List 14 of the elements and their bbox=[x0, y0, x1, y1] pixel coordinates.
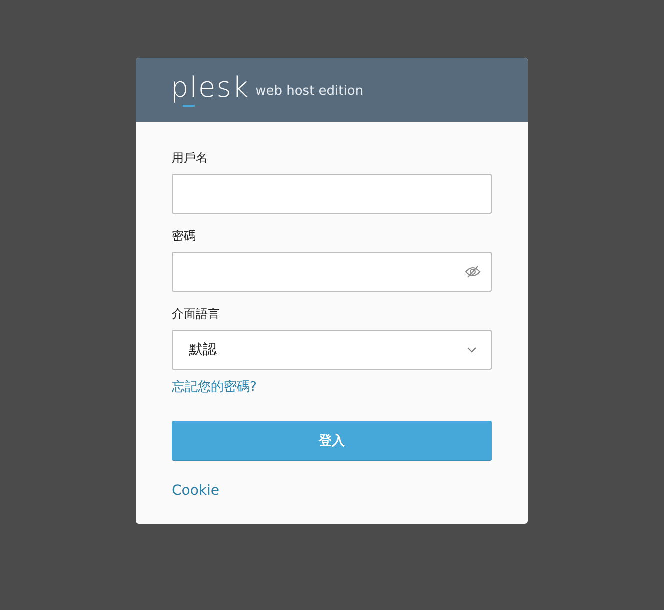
language-select[interactable]: 默認 bbox=[172, 330, 492, 370]
username-field[interactable] bbox=[172, 174, 492, 214]
logo: plesk bbox=[171, 74, 250, 102]
caret-icon bbox=[467, 347, 477, 353]
forgot-password-link[interactable]: 忘記您的密碼? bbox=[172, 378, 257, 396]
edition-label: web host edition bbox=[256, 84, 364, 98]
password-field[interactable] bbox=[172, 252, 492, 292]
login-button[interactable]: 登入 bbox=[172, 421, 492, 461]
cookie-link[interactable]: Cookie bbox=[172, 483, 220, 499]
logo-underline bbox=[183, 105, 195, 107]
eye-slash-icon[interactable] bbox=[465, 266, 481, 278]
field-label: 密碼 bbox=[172, 228, 197, 245]
field-label: 用戶名 bbox=[172, 150, 209, 167]
field-label: 介面語言 bbox=[172, 306, 221, 323]
